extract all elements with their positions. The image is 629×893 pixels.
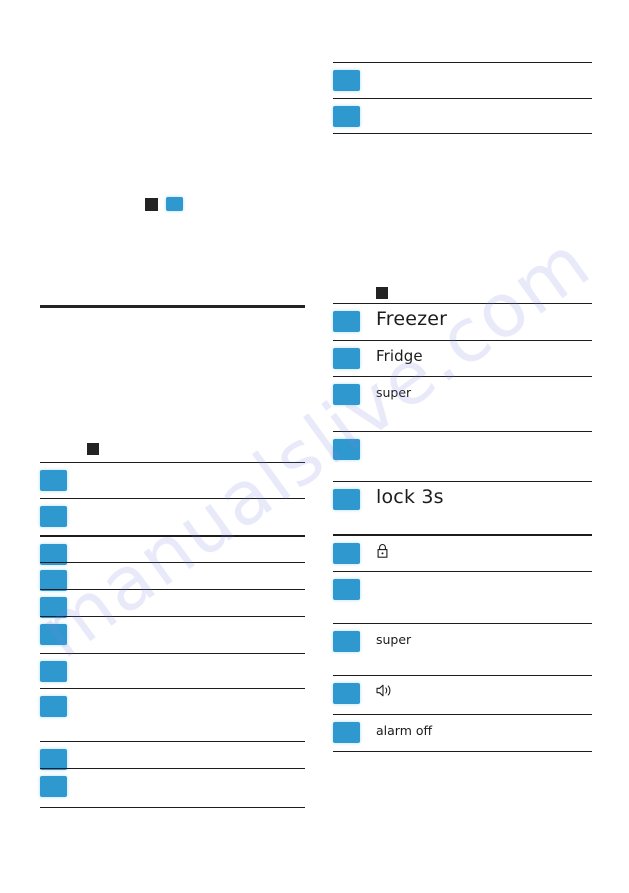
manual-page: manualslive.com Freezer Fridge super loc…	[0, 0, 629, 893]
table-row[interactable]	[40, 616, 305, 653]
right-top-legend-table	[333, 62, 592, 134]
blue-square-marker	[166, 197, 183, 211]
button-swatch[interactable]	[333, 579, 360, 600]
button-swatch[interactable]	[40, 661, 67, 682]
table-row[interactable]	[333, 62, 592, 98]
table-row[interactable]: alarm off	[333, 714, 592, 752]
table-row[interactable]: Fridge	[333, 340, 592, 376]
row-label: super	[376, 632, 412, 647]
button-swatch[interactable]	[333, 543, 360, 564]
button-swatch[interactable]	[333, 683, 360, 704]
row-label: Fridge	[376, 347, 423, 365]
button-swatch[interactable]	[333, 489, 360, 510]
table-row[interactable]	[40, 498, 305, 535]
right-table-bullet	[376, 287, 388, 299]
row-label: alarm off	[376, 723, 433, 738]
table-row[interactable]	[40, 562, 305, 591]
lock-icon	[376, 543, 389, 559]
button-swatch[interactable]	[333, 70, 360, 91]
row-label: lock 3s	[376, 486, 444, 508]
left-legend-table	[40, 462, 305, 808]
row-label: Freezer	[376, 308, 448, 330]
button-swatch[interactable]	[333, 311, 360, 332]
table-row[interactable]	[333, 571, 592, 623]
button-swatch[interactable]	[333, 631, 360, 652]
table-row[interactable]: lock 3s	[333, 481, 592, 534]
table-row[interactable]	[333, 98, 592, 134]
table-row[interactable]: Freezer	[333, 303, 592, 340]
button-swatch[interactable]	[333, 106, 360, 127]
table-row[interactable]	[40, 768, 305, 808]
table-row[interactable]	[333, 675, 592, 714]
speaker-icon	[376, 683, 394, 698]
row-label: super	[376, 385, 412, 400]
button-swatch[interactable]	[40, 597, 67, 618]
section-divider-rule	[40, 305, 305, 308]
table-row[interactable]	[40, 462, 305, 498]
button-swatch[interactable]	[40, 749, 67, 770]
button-swatch[interactable]	[333, 439, 360, 460]
button-swatch[interactable]	[40, 570, 67, 591]
table-row[interactable]	[40, 688, 305, 741]
table-row[interactable]	[333, 534, 592, 571]
table-row[interactable]	[333, 431, 592, 481]
table-row[interactable]	[40, 653, 305, 688]
table-row[interactable]	[40, 741, 305, 770]
button-swatch[interactable]	[333, 384, 360, 405]
button-swatch[interactable]	[40, 624, 67, 645]
button-swatch[interactable]	[333, 722, 360, 743]
dark-square-marker	[145, 198, 158, 211]
table-row[interactable]: super	[333, 376, 592, 431]
button-swatch[interactable]	[333, 348, 360, 369]
left-table-bullet	[87, 443, 99, 455]
table-row[interactable]: super	[333, 623, 592, 675]
row-label	[360, 683, 592, 699]
right-legend-table: Freezer Fridge super lock 3s super alarm…	[333, 303, 592, 752]
button-swatch[interactable]	[40, 506, 67, 527]
row-label	[360, 543, 592, 559]
button-swatch[interactable]	[40, 470, 67, 491]
button-swatch[interactable]	[40, 776, 67, 797]
table-row[interactable]	[40, 589, 305, 618]
table-row[interactable]	[40, 535, 305, 565]
button-swatch[interactable]	[40, 696, 67, 717]
